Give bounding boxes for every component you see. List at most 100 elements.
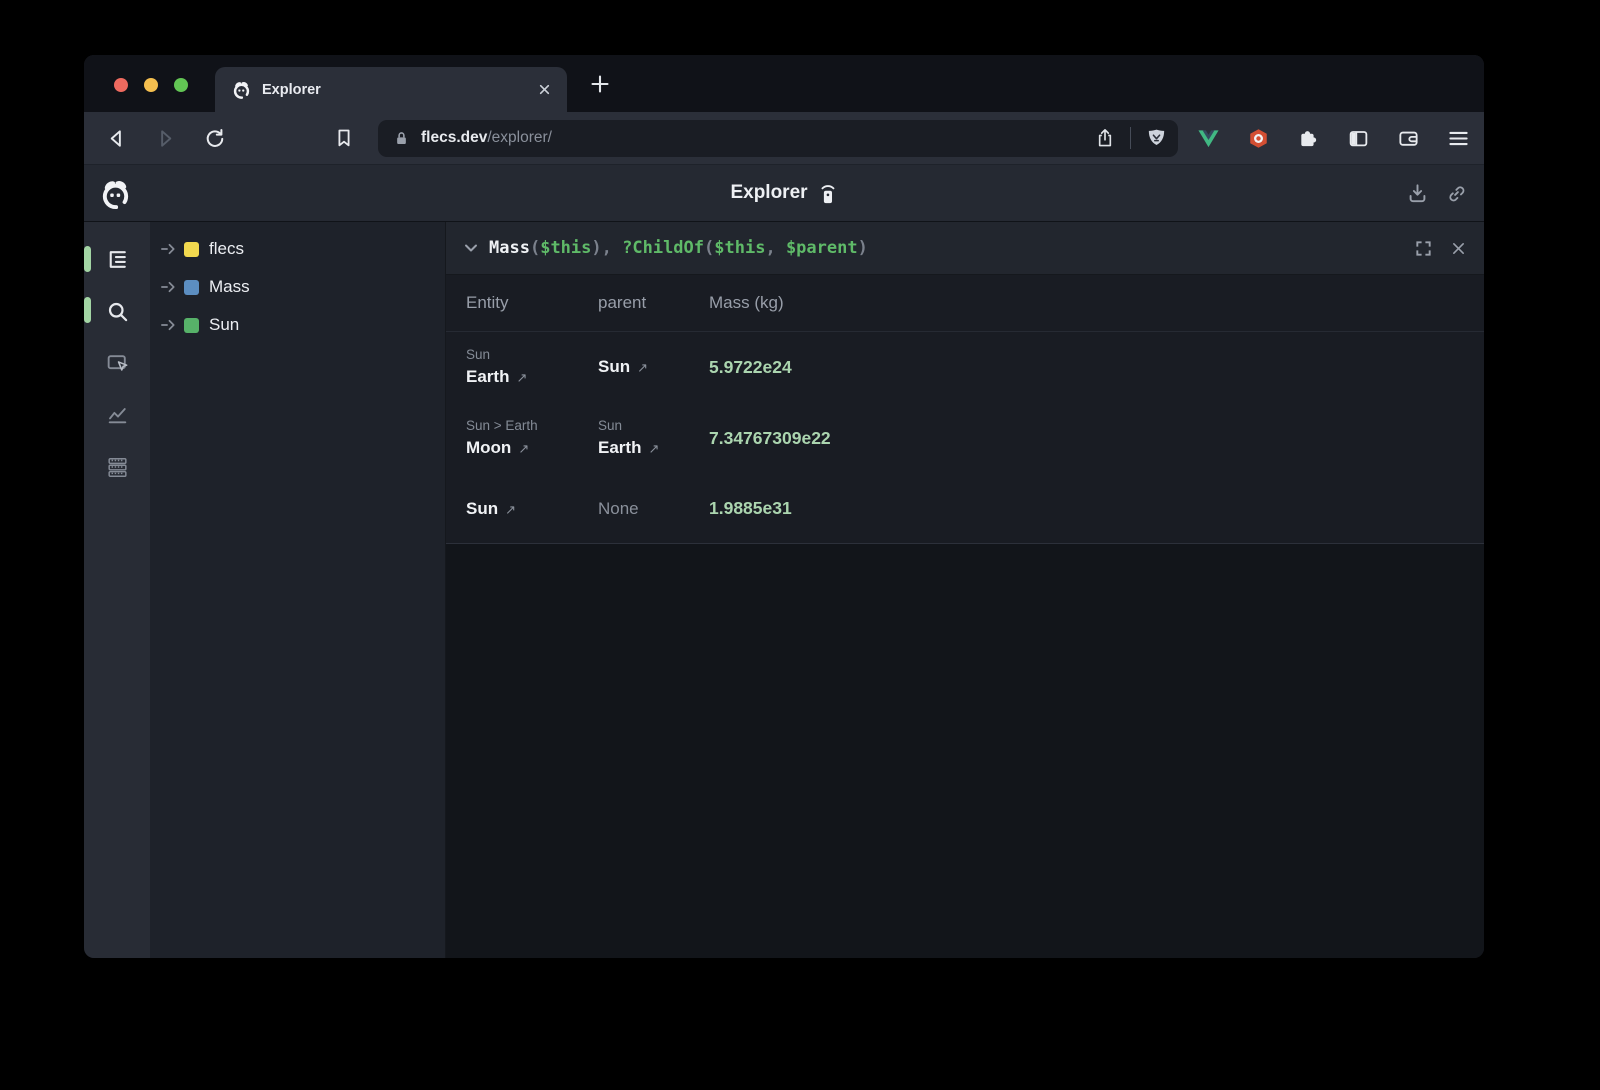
entity-link[interactable]: Sun	[466, 498, 498, 520]
external-link-icon[interactable]: ↗	[505, 503, 516, 518]
url-path: /explorer/	[487, 129, 552, 146]
active-indicator-query	[84, 297, 91, 323]
extensions-row	[1196, 126, 1470, 150]
external-link-icon[interactable]: ↗	[516, 371, 527, 386]
column-header-parent: parent	[598, 293, 709, 313]
parent-none: None	[598, 499, 709, 519]
entity-link[interactable]: Earth	[466, 366, 509, 388]
entity-cell: Sun Earth ↗	[466, 346, 598, 388]
parent-link[interactable]: Earth	[598, 437, 641, 459]
entity-link[interactable]: Moon	[466, 437, 511, 459]
external-link-icon[interactable]: ↗	[518, 442, 529, 457]
close-query-icon[interactable]	[1447, 237, 1469, 259]
search-query-icon[interactable]	[104, 298, 130, 324]
url-domain: flecs.dev	[421, 129, 487, 146]
parent-link[interactable]: Sun	[598, 356, 630, 378]
traffic-lights	[114, 78, 188, 92]
external-link-icon[interactable]: ↗	[648, 442, 659, 457]
wallet-icon[interactable]	[1396, 126, 1420, 150]
mass-cell: 1.9885e31	[709, 498, 1484, 519]
parent-cell: None	[598, 499, 709, 519]
new-tab-button[interactable]	[587, 71, 613, 97]
hexagon-extension-icon[interactable]	[1246, 126, 1270, 150]
profiler-rows-icon[interactable]	[104, 454, 130, 480]
entity-color-swatch	[184, 318, 199, 333]
column-header-entity: Entity	[466, 293, 598, 313]
query-punct: (	[530, 238, 540, 258]
entity-path: Sun	[466, 346, 598, 363]
entity-cell: Sun ↗	[466, 498, 598, 520]
tree-item-sun[interactable]: Sun	[150, 306, 445, 344]
parent-cell: Sun ↗	[598, 356, 709, 378]
tree-view-icon[interactable]	[104, 246, 130, 272]
url-text: flecs.dev/explorer/	[421, 129, 1094, 147]
bookmark-icon[interactable]	[332, 126, 356, 150]
mass-value: 5.9722e24	[709, 357, 1484, 378]
query-punct: )	[858, 238, 868, 258]
divider	[1130, 127, 1132, 149]
flecs-logo-icon[interactable]	[98, 176, 133, 211]
query-term: ?ChildOf	[622, 238, 704, 258]
query-var: $parent	[786, 238, 858, 258]
menu-icon[interactable]	[1446, 126, 1470, 150]
results-empty-area	[446, 544, 1484, 958]
minimize-window-button[interactable]	[144, 78, 158, 92]
maximize-window-button[interactable]	[174, 78, 188, 92]
query-panel: Mass($this), ?ChildOf($this, $parent) En…	[445, 222, 1484, 958]
app-content: flecs Mass Sun	[84, 222, 1484, 958]
tree-item-flecs[interactable]: flecs	[150, 230, 445, 268]
table-header: Entity parent Mass (kg)	[446, 275, 1484, 332]
parent-cell: Sun Earth↗	[598, 417, 709, 459]
download-icon[interactable]	[1406, 182, 1429, 205]
query-punct: )	[591, 238, 601, 258]
query-punct: (	[704, 238, 714, 258]
stats-chart-icon[interactable]	[104, 402, 130, 428]
active-indicator-tree	[84, 246, 91, 272]
icon-sidebar	[84, 222, 150, 958]
link-icon[interactable]	[1445, 182, 1468, 205]
query-expression[interactable]: Mass($this), ?ChildOf($this, $parent)	[489, 238, 1412, 258]
mass-value: 7.34767309e22	[709, 428, 1484, 449]
fullscreen-icon[interactable]	[1412, 237, 1434, 259]
external-link-icon[interactable]: ↗	[637, 361, 648, 376]
collapse-chevron-icon[interactable]	[462, 239, 480, 257]
entity-path: Sun > Earth	[466, 417, 598, 434]
mass-cell: 7.34767309e22	[709, 428, 1484, 449]
app-title-group: Explorer	[730, 165, 837, 221]
extensions-puzzle-icon[interactable]	[1296, 126, 1320, 150]
app-header-actions	[1406, 165, 1468, 221]
browser-tab[interactable]: Explorer	[215, 67, 567, 112]
expand-arrow-icon[interactable]	[160, 317, 177, 333]
entity-color-swatch	[184, 280, 199, 295]
entity-cell: Sun > Earth Moon ↗	[466, 417, 598, 459]
share-icon[interactable]	[1094, 127, 1116, 149]
vue-devtools-icon[interactable]	[1196, 126, 1220, 150]
tree-item-label: Sun	[209, 315, 239, 335]
tab-close-icon[interactable]	[536, 81, 553, 98]
query-punct: ,	[602, 238, 622, 258]
forward-button[interactable]	[153, 126, 177, 150]
expand-arrow-icon[interactable]	[160, 279, 177, 295]
url-bar[interactable]: flecs.dev/explorer/	[378, 120, 1178, 157]
tree-item-mass[interactable]: Mass	[150, 268, 445, 306]
query-results-table: Entity parent Mass (kg) Sun Earth ↗ Sun ↗ …	[446, 275, 1484, 544]
app-header: Explorer	[84, 165, 1484, 222]
flecs-favicon-icon	[231, 79, 252, 100]
query-var: $this	[714, 238, 765, 258]
table-row: Sun > Earth Moon↗ Sun Earth↗ 7.34767309e…	[446, 402, 1484, 474]
inspector-icon[interactable]	[104, 350, 130, 376]
table-row: Sun ↗ None 1.9885e31	[446, 474, 1484, 543]
close-window-button[interactable]	[114, 78, 128, 92]
query-term: Mass	[489, 238, 530, 258]
entity-color-swatch	[184, 242, 199, 257]
brave-shield-icon[interactable]	[1145, 127, 1168, 150]
expand-arrow-icon[interactable]	[160, 241, 177, 257]
remote-connection-icon[interactable]	[819, 181, 838, 205]
lock-icon	[392, 129, 411, 148]
query-var: $this	[540, 238, 591, 258]
back-button[interactable]	[104, 126, 128, 150]
entity-tree-panel: flecs Mass Sun	[150, 222, 445, 958]
column-header-mass: Mass (kg)	[709, 293, 1484, 313]
reload-button[interactable]	[202, 126, 226, 150]
sidebar-panel-icon[interactable]	[1346, 126, 1370, 150]
